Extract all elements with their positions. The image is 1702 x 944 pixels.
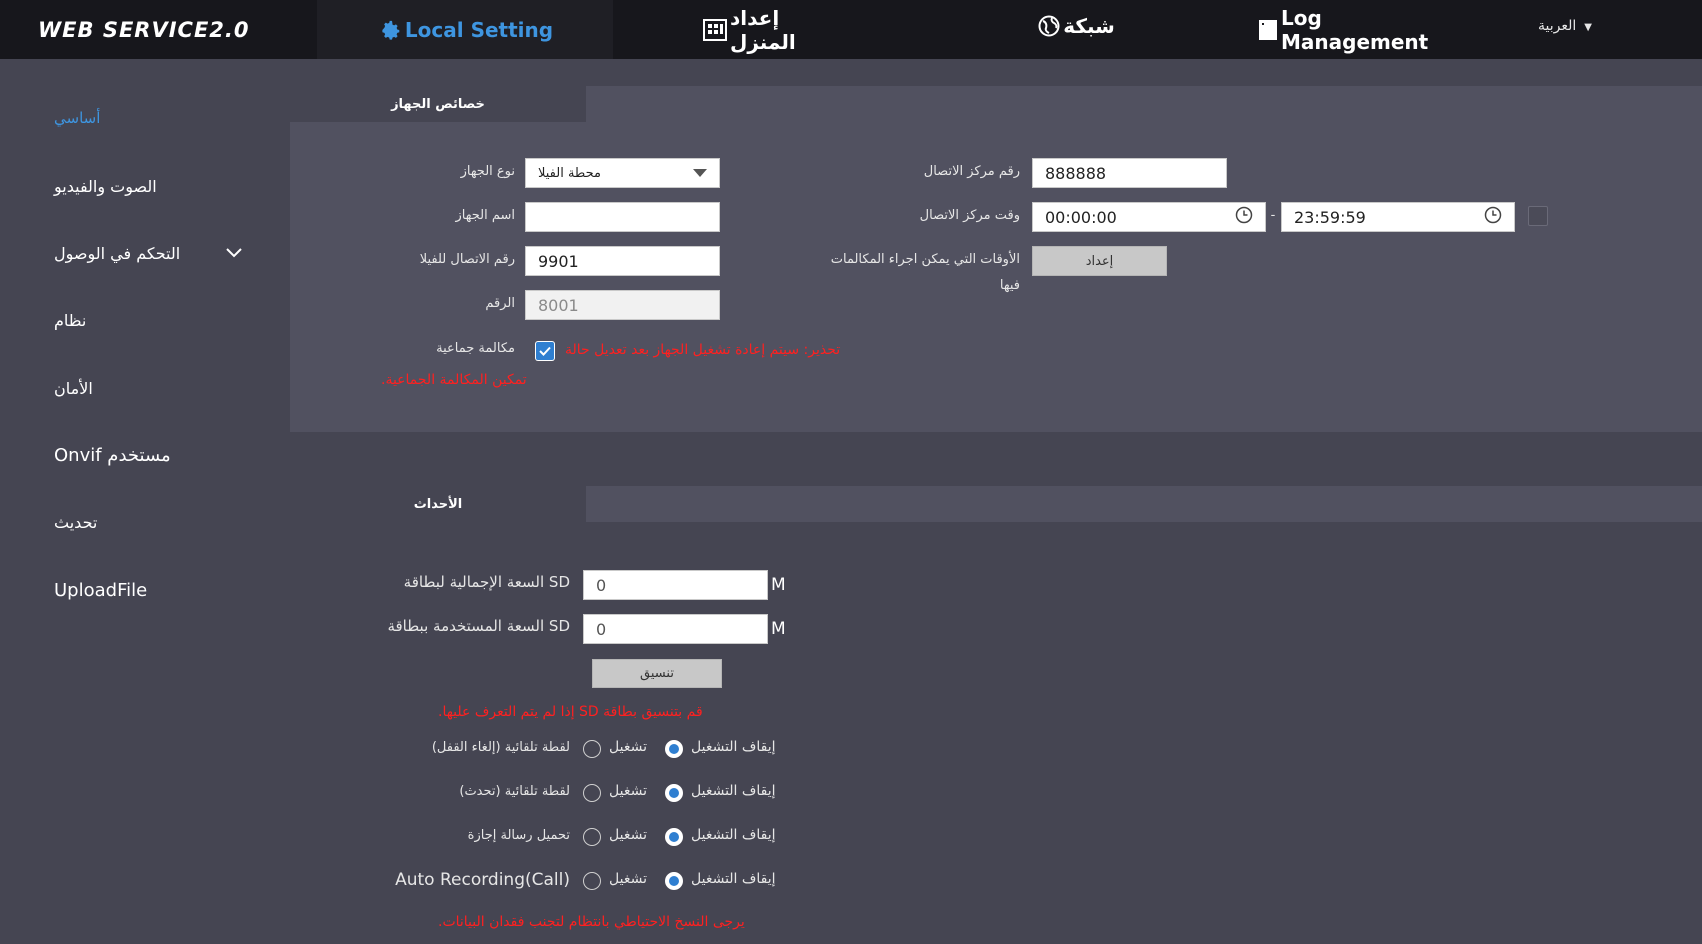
device-name-input[interactable]: [525, 202, 720, 232]
option-leave-message-off-radio[interactable]: [665, 828, 683, 846]
call-center-number-value: 888888: [1045, 163, 1107, 183]
option-off-label: إيقاف التشغيل: [691, 739, 776, 755]
number-label: الرقم: [485, 296, 515, 311]
setup-button[interactable]: إعداد: [1032, 246, 1167, 276]
building-icon: [703, 18, 727, 41]
sd-total-label: السعة الإجمالية لبطاقة SD: [403, 573, 570, 591]
sidebar-item-update[interactable]: تحديث: [54, 507, 97, 537]
clock-icon: [1235, 206, 1253, 228]
number-input: 8001: [525, 290, 720, 320]
sd-used-label: السعة المستخدمة ببطاقة SD: [387, 617, 570, 635]
caret-down-icon: [693, 166, 707, 181]
option-off-label: إيقاف التشغيل: [691, 871, 776, 887]
events-section-title: الأحداث: [290, 486, 586, 522]
caret-down-icon: ▼: [1584, 22, 1592, 33]
call-center-number-input[interactable]: 888888: [1032, 158, 1227, 188]
option-auto-recording-label: Auto Recording(Call): [395, 870, 570, 890]
gear-icon: [380, 19, 402, 41]
nav-local-setting-label: Local Setting: [404, 17, 554, 42]
option-on-label: تشغيل: [609, 783, 647, 799]
villa-number-label: رقم الاتصال للفيلا: [419, 252, 515, 267]
option-auto-snapshot-talk-label: لقطة تلقائية (تحدث): [459, 784, 570, 799]
brand-logo: WEB SERVICE2.0: [38, 18, 250, 42]
option-auto-recording-on-radio[interactable]: [583, 872, 601, 890]
device-section-title: خصائص الجهاز: [290, 86, 586, 122]
globe-icon: [1038, 15, 1060, 37]
villa-number-input[interactable]: 9901: [525, 246, 720, 276]
device-type-label: نوع الجهاز: [460, 164, 515, 179]
nav-local-setting[interactable]: Local Setting: [317, 0, 613, 59]
nav-home-setting-label: إعداد المنزل: [730, 5, 796, 54]
language-label: العربية: [1538, 18, 1577, 34]
time-enable-checkbox[interactable]: [1528, 206, 1548, 226]
option-on-label: تشغيل: [609, 739, 647, 755]
nav-home-setting[interactable]: إعداد المنزل: [700, 0, 830, 59]
sd-total-unit: M: [771, 575, 786, 595]
sd-used-value: 0: [596, 619, 607, 639]
time-end-input[interactable]: 23:59:59: [1281, 202, 1515, 232]
option-on-label: تشغيل: [609, 871, 647, 887]
option-auto-recording-off-radio[interactable]: [665, 872, 683, 890]
top-navigation-bar: WEB SERVICE2.0 Local Setting إعداد المنز…: [0, 0, 1702, 59]
events-section-header: الأحداث: [290, 486, 1702, 522]
sd-used-input: 0: [583, 614, 768, 644]
option-leave-message-on-radio[interactable]: [583, 828, 601, 846]
nav-network-label: شبكة: [1063, 13, 1115, 38]
option-auto-snapshot-talk-on-radio[interactable]: [583, 784, 601, 802]
time-separator: -: [1270, 208, 1276, 223]
main-content: خصائص الجهاز الأحداث: [290, 59, 1702, 944]
option-auto-snapshot-talk-off-radio[interactable]: [665, 784, 683, 802]
sd-used-unit: M: [771, 619, 786, 639]
group-call-warning: تحذير: سيتم إعادة تشغيل الجهاز بعد تعديل…: [565, 342, 841, 358]
sidebar-item-onvif-user[interactable]: Onvif مستخدم: [54, 440, 171, 470]
group-call-label: مكالمة جماعية: [436, 341, 515, 356]
option-auto-snapshot-unlock-label: لقطة تلقائية (إلغاء القفل): [431, 740, 570, 755]
nav-network[interactable]: شبكة: [1025, 0, 1125, 55]
device-section-header: خصائص الجهاز: [290, 86, 1702, 122]
time-start-input[interactable]: 00:00:00: [1032, 202, 1266, 232]
chevron-down-icon[interactable]: [226, 246, 242, 262]
time-start-value: 00:00:00: [1045, 207, 1117, 227]
group-call-checkbox[interactable]: [535, 341, 555, 361]
time-end-value: 23:59:59: [1294, 207, 1366, 227]
clock-icon: [1484, 206, 1502, 228]
nav-log-management[interactable]: Log Management: [1255, 0, 1465, 59]
sd-total-value: 0: [596, 575, 607, 595]
document-icon: [1258, 19, 1278, 41]
language-selector[interactable]: العربية ▼: [1538, 18, 1592, 34]
option-on-label: تشغيل: [609, 827, 647, 843]
callable-times-label-2: فيها: [999, 278, 1020, 293]
villa-number-value: 9901: [538, 251, 579, 271]
callable-times-label: الأوقات التي يمكن اجراء المكالمات: [830, 252, 1020, 267]
device-name-label: اسم الجهاز: [455, 208, 515, 223]
call-center-time-label: وقت مركز الاتصال: [919, 208, 1020, 223]
option-leave-message-label: تحميل رسالة إجازة: [467, 828, 570, 843]
option-off-label: إيقاف التشغيل: [691, 827, 776, 843]
sidebar-item-upload-file[interactable]: UploadFile: [54, 575, 147, 605]
number-value: 8001: [538, 295, 579, 315]
checkmark-icon: [536, 342, 554, 360]
backup-warning: .يرجى النسخ الاحتياطي بانتظام لتجنب فقدا…: [438, 914, 745, 930]
device-type-select[interactable]: محطة الفيلا: [525, 158, 720, 188]
format-warning: .إذا لم يتم التعرف عليها SD قم بتنسيق بط…: [438, 704, 703, 720]
call-center-number-label: رقم مركز الاتصال: [923, 164, 1020, 179]
format-button[interactable]: تنسيق: [592, 659, 722, 688]
sidebar-item-audio-video[interactable]: الصوت والفيديو: [54, 171, 157, 201]
option-auto-snapshot-unlock-off-radio[interactable]: [665, 740, 683, 758]
sidebar-item-security[interactable]: الأمان: [54, 373, 93, 403]
device-type-value: محطة الفيلا: [538, 165, 601, 181]
nav-log-management-label: Log Management: [1281, 5, 1429, 54]
sidebar-item-system[interactable]: نظام: [54, 305, 86, 335]
sd-total-input: 0: [583, 570, 768, 600]
sidebar-item-basic[interactable]: أساسي: [54, 103, 100, 133]
group-call-warning-2: .تمكين المكالمة الجماعية: [381, 372, 527, 388]
option-auto-snapshot-unlock-on-radio[interactable]: [583, 740, 601, 758]
option-off-label: إيقاف التشغيل: [691, 783, 776, 799]
sidebar-item-access-control[interactable]: التحكم في الوصول: [54, 238, 180, 268]
